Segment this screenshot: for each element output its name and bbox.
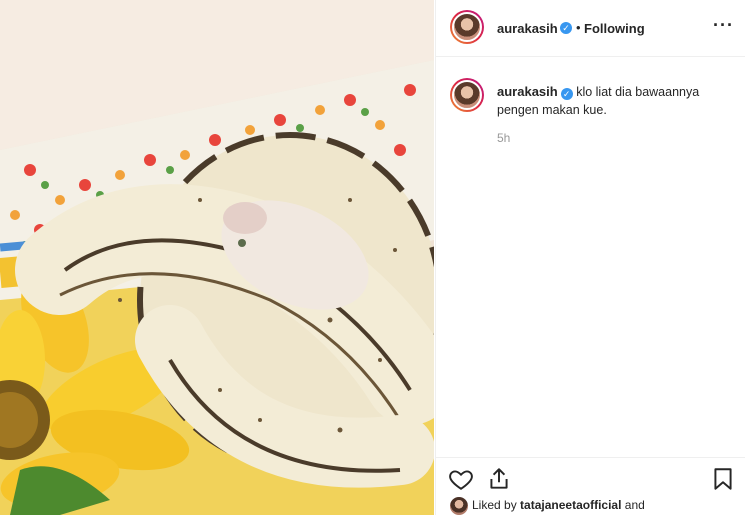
- author-username[interactable]: aurakasih: [497, 21, 558, 36]
- heart-icon[interactable]: [448, 466, 474, 492]
- liked-by-line: Liked by tatajaneetaofficial and: [450, 497, 645, 515]
- post-timestamp[interactable]: 5h: [497, 131, 510, 145]
- post-sidebar: aurakasih ✓ • Following ··· aurakasih ✓ k…: [435, 0, 745, 515]
- caption-avatar[interactable]: [450, 78, 484, 112]
- author-avatar[interactable]: [450, 10, 484, 44]
- separator-dot: •: [576, 20, 581, 35]
- share-icon[interactable]: [486, 466, 512, 492]
- verified-badge-icon: ✓: [560, 22, 572, 34]
- post-image[interactable]: [0, 0, 434, 515]
- caption-username[interactable]: aurakasih: [497, 84, 558, 99]
- verified-badge-icon: ✓: [560, 88, 573, 100]
- following-button[interactable]: Following: [584, 21, 645, 36]
- caption-text-block: aurakasih ✓ klo liat dia bawaannya pengen…: [497, 83, 732, 119]
- bookmark-icon[interactable]: [710, 466, 736, 492]
- post-header: aurakasih ✓ • Following ···: [436, 0, 745, 57]
- liked-by-prefix: Liked by: [472, 498, 517, 513]
- liked-by-suffix: and: [624, 498, 645, 513]
- post-actions: Liked by tatajaneetaofficial and: [436, 457, 745, 515]
- more-options-icon[interactable]: ···: [713, 15, 734, 36]
- liker-avatar[interactable]: [450, 497, 468, 515]
- python-snake-photo: [0, 0, 434, 515]
- liker-username[interactable]: tatajaneetaofficial: [520, 498, 621, 512]
